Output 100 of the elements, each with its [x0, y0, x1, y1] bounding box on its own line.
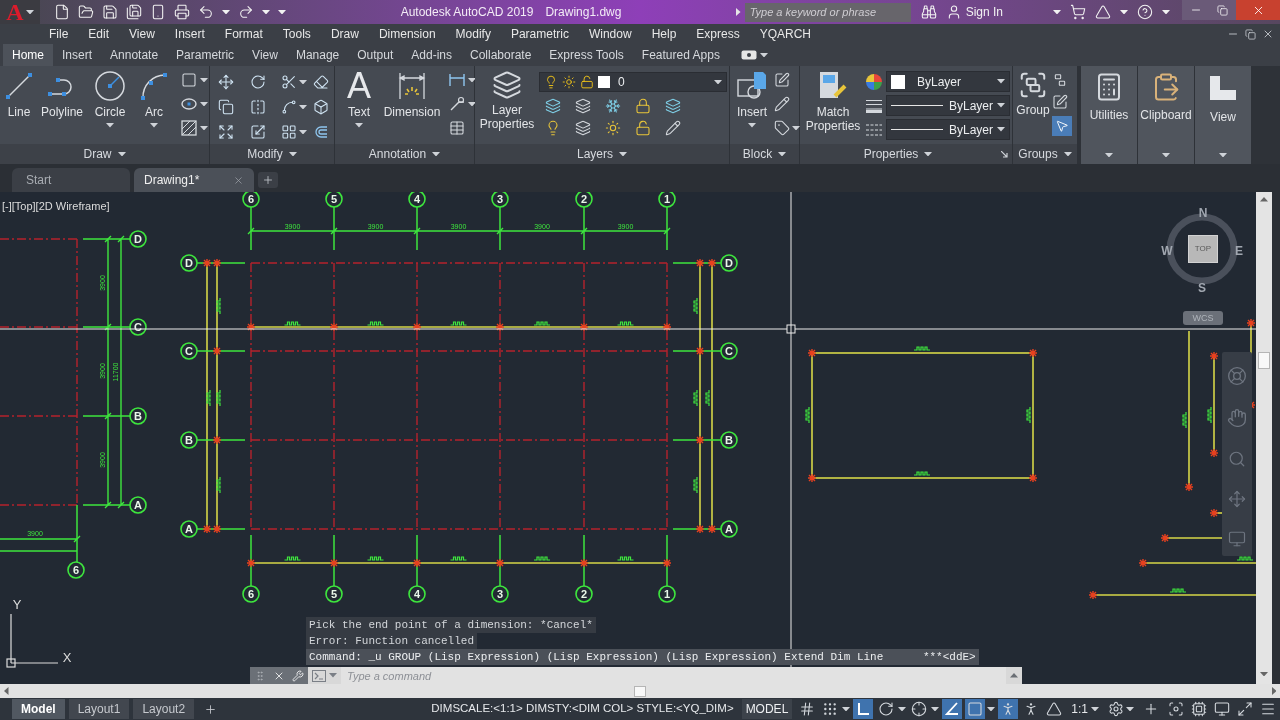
new-tab-button[interactable] — [258, 172, 278, 188]
sun-icon[interactable] — [605, 120, 621, 136]
pencil-icon[interactable] — [665, 120, 681, 136]
ribbon-tab[interactable]: Parametric — [167, 44, 244, 66]
hatch-icon[interactable] — [181, 120, 197, 136]
status-ortho-toggle[interactable] — [853, 699, 874, 719]
table-icon[interactable] — [449, 120, 465, 136]
caret-icon[interactable] — [1126, 706, 1134, 712]
move-icon[interactable] — [218, 74, 234, 90]
search-field[interactable]: Type a keyword or phrase — [744, 2, 911, 22]
wrench-icon[interactable] — [292, 669, 304, 682]
insert-block-button[interactable]: Insert — [732, 66, 772, 130]
phone-icon[interactable] — [150, 4, 166, 20]
scale-icon[interactable] — [249, 124, 266, 140]
command-input[interactable]: Type a command — [341, 667, 1006, 684]
ungroup-icon[interactable] — [1052, 72, 1068, 88]
menu-item[interactable]: File — [39, 25, 79, 43]
ribbon-tab[interactable]: Featured Apps — [632, 44, 729, 66]
line-tool-button[interactable]: Line — [1, 66, 37, 121]
chip-icon[interactable] — [1191, 701, 1207, 717]
caret-icon[interactable] — [1162, 9, 1170, 15]
unlock-icon[interactable] — [635, 120, 651, 136]
help-icon[interactable] — [1137, 4, 1153, 20]
status-osnap-toggle[interactable] — [965, 699, 986, 719]
linear-dimension-icon[interactable] — [449, 72, 465, 88]
menu-item[interactable]: Express — [686, 25, 750, 43]
ribbon-tab[interactable]: Manage — [286, 44, 349, 66]
mirror-icon[interactable] — [249, 99, 266, 115]
binoculars-icon[interactable] — [920, 4, 937, 20]
scissors-icon[interactable] — [281, 74, 297, 90]
property-dropdown[interactable]: ByLayer — [886, 95, 1010, 116]
model-space-button[interactable]: MODEL — [741, 699, 793, 719]
caret-icon[interactable] — [931, 706, 940, 712]
caret-icon[interactable] — [468, 77, 476, 83]
menu-item[interactable]: Format — [214, 25, 273, 43]
plus-icon[interactable] — [1143, 701, 1159, 717]
layers-icon[interactable] — [575, 120, 591, 136]
fullscreen-icon[interactable] — [1237, 701, 1253, 717]
panel-title-button[interactable]: Block — [730, 144, 799, 164]
panel-title-button[interactable]: Draw — [0, 144, 209, 164]
caret-icon[interactable] — [1053, 9, 1061, 15]
leader-icon[interactable] — [449, 96, 465, 112]
layer-properties-button[interactable]: Layer Properties — [477, 66, 537, 133]
menu-item[interactable]: Help — [641, 25, 687, 43]
panel-title-button[interactable]: Properties — [800, 144, 996, 164]
ribbon-tab[interactable]: Home — [3, 44, 53, 66]
menu-item[interactable]: Edit — [78, 25, 120, 43]
viewport-label[interactable]: [-][Top][2D Wireframe] — [2, 200, 110, 213]
caret-icon[interactable] — [736, 8, 741, 16]
scrollbar-thumb[interactable] — [634, 685, 646, 697]
menu-item[interactable]: Insert — [164, 25, 215, 43]
layers-icon[interactable] — [575, 98, 591, 114]
panel-title-button[interactable]: Groups — [1013, 144, 1077, 164]
layer-dropdown[interactable]: 0 — [539, 72, 727, 92]
caret-icon[interactable] — [299, 104, 307, 110]
plus-icon[interactable] — [204, 702, 218, 716]
caret-icon[interactable] — [222, 9, 230, 15]
sign-in-button[interactable]: Sign In — [945, 3, 1003, 21]
viewcube-top-face[interactable]: TOP — [1188, 235, 1218, 263]
triangle-icon[interactable] — [1095, 4, 1111, 20]
ribbon-tab[interactable]: Annotate — [101, 44, 168, 66]
ribbon-tab[interactable]: Output — [348, 44, 403, 66]
collapsed-panel-button[interactable]: Clipboard — [1138, 66, 1194, 164]
restore-icon[interactable] — [1245, 28, 1256, 40]
expand-arrows-icon[interactable] — [218, 124, 234, 140]
curve-icon[interactable] — [281, 99, 297, 115]
layout-tab[interactable]: Layout1 — [68, 699, 130, 719]
vertical-scrollbar[interactable] — [1256, 192, 1272, 684]
eraser-icon[interactable] — [312, 74, 329, 90]
annotation-scale-button[interactable]: 1:1 — [1071, 700, 1099, 718]
grip-icon[interactable] — [254, 669, 266, 682]
menu-item[interactable]: Dimension — [368, 25, 446, 43]
rectangle-icon[interactable] — [181, 72, 197, 88]
menu-item[interactable]: Modify — [445, 25, 501, 43]
panel-title-button[interactable]: Modify — [210, 144, 334, 164]
menu-item[interactable]: Window — [578, 25, 642, 43]
close-icon[interactable] — [1262, 28, 1274, 40]
lock-icon[interactable] — [635, 98, 651, 114]
menu-item[interactable]: YQARCH — [749, 25, 822, 43]
status-annovis-toggle[interactable] — [998, 699, 1019, 719]
square-pen-icon[interactable] — [1052, 94, 1068, 110]
collapsed-panel-button[interactable]: View — [1195, 66, 1251, 164]
property-dropdown[interactable]: ByLayer — [886, 119, 1010, 140]
layout-tab[interactable]: Layout2 — [133, 699, 195, 719]
ribbon-tab[interactable]: Collaborate — [461, 44, 541, 66]
caret-icon[interactable] — [200, 125, 208, 131]
menu-item[interactable]: Parametric — [500, 25, 579, 43]
rotate-icon[interactable] — [249, 74, 266, 90]
circle-tool-button[interactable]: Circle — [87, 66, 133, 130]
file-tab[interactable]: Drawing1* — [134, 168, 254, 192]
offset-arcs-icon[interactable] — [312, 124, 329, 140]
ribbon-tab[interactable]: View — [243, 44, 287, 66]
caret-icon[interactable] — [987, 706, 996, 712]
save-all-icon[interactable] — [126, 4, 142, 20]
caret-icon[interactable] — [299, 79, 307, 85]
focus-frame-icon[interactable] — [1168, 701, 1184, 717]
caret-icon[interactable] — [842, 706, 851, 712]
lightbulb-icon[interactable] — [545, 120, 561, 136]
caret-icon[interactable] — [1120, 9, 1128, 15]
group-button[interactable]: Group — [1014, 66, 1052, 119]
